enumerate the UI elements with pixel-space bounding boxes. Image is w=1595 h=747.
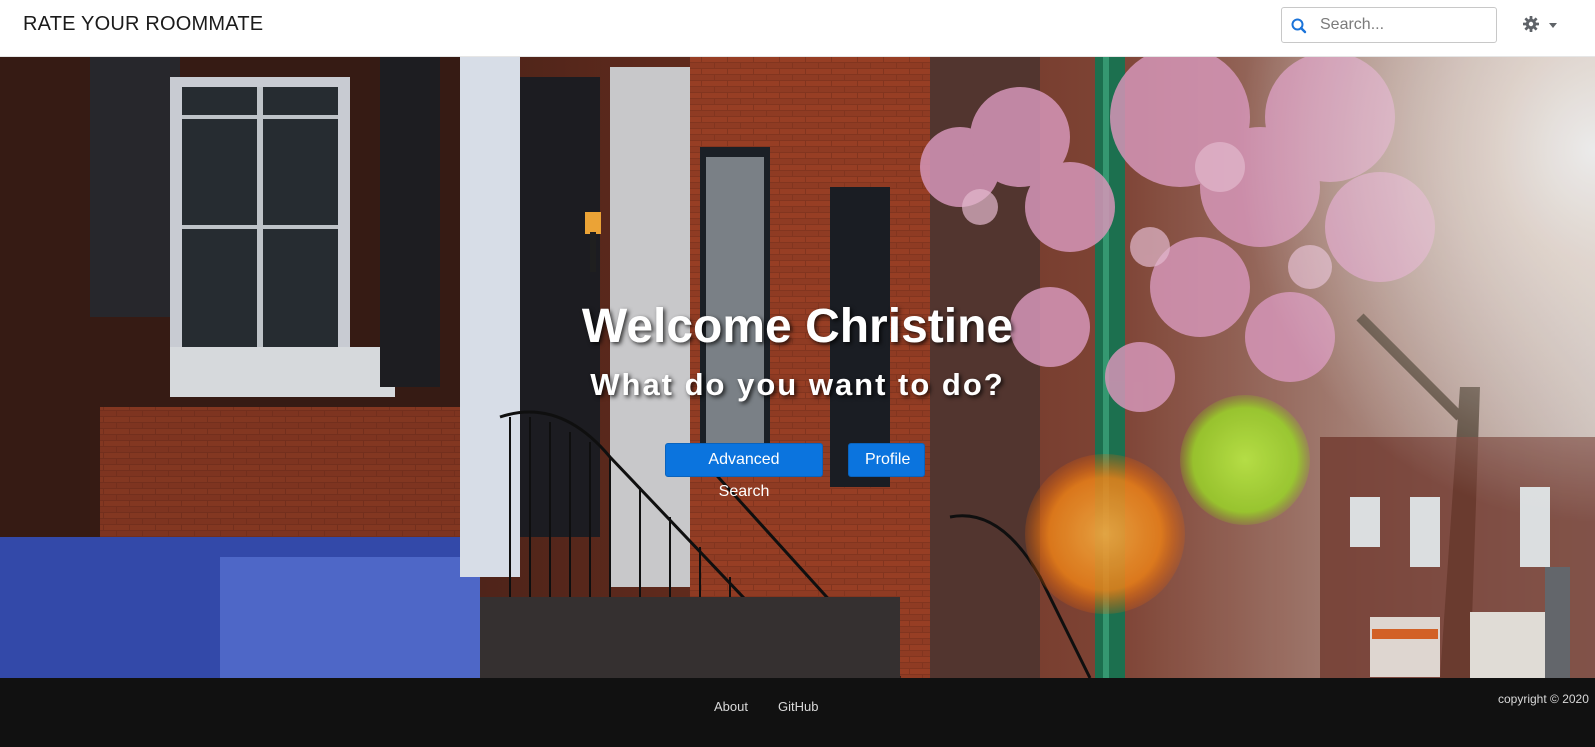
profile-button[interactable]: Profile [848, 443, 925, 477]
footer-link-about[interactable]: About [714, 699, 748, 714]
advanced-search-button[interactable]: Advanced Search [665, 443, 823, 500]
caret-down-icon [1549, 23, 1557, 28]
search-icon [1291, 18, 1307, 34]
brand-title[interactable]: RATE YOUR ROOMMATE [23, 13, 263, 36]
hero-section: Welcome Christine What do you want to do… [0, 57, 1595, 678]
hero-subtitle: What do you want to do? [590, 367, 1005, 402]
search-input[interactable] [1320, 8, 1492, 42]
top-navbar: RATE YOUR ROOMMATE [0, 0, 1595, 57]
footer-link-github[interactable]: GitHub [778, 699, 818, 714]
gear-icon [1523, 16, 1539, 32]
welcome-title: Welcome Christine [581, 300, 1014, 353]
copyright-text: copyright © 2020 [1498, 692, 1589, 706]
footer: About GitHub copyright © 2020 [0, 678, 1595, 747]
settings-dropdown[interactable] [1520, 14, 1560, 36]
search-box[interactable] [1281, 7, 1497, 43]
